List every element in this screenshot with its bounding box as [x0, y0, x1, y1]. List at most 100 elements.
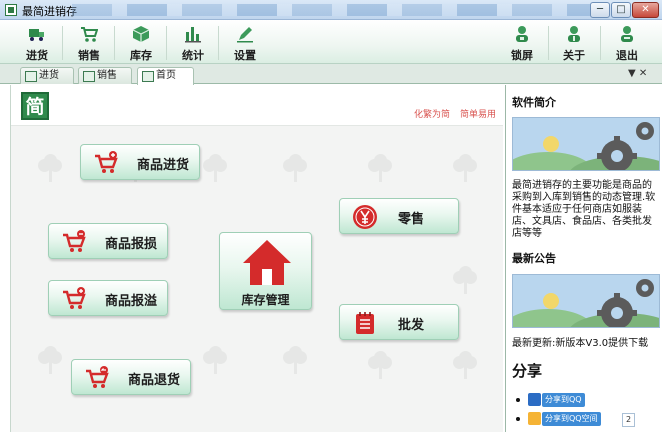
button-label: 商品报溢	[105, 294, 158, 309]
leaf-decoration	[36, 346, 66, 376]
button-label: 批发	[398, 318, 425, 333]
leaf-decoration	[451, 154, 481, 184]
toolbar-purchase-button[interactable]: 进货	[18, 22, 56, 62]
maximize-button[interactable]: □	[611, 2, 631, 18]
toolbar-settings-button[interactable]: 设置	[226, 22, 264, 62]
bar-chart-icon	[185, 27, 201, 43]
cart-icon	[81, 27, 98, 42]
leaf-decoration	[281, 154, 311, 184]
share-more-item[interactable]	[516, 427, 526, 432]
box-icon	[132, 26, 150, 42]
leaf-decoration	[36, 154, 66, 184]
leaf-decoration	[451, 351, 481, 381]
news-text[interactable]: 最新更新:新版本V3.0提供下载	[512, 338, 658, 350]
tab-strip: 进货 销售 首页 ▼ ✕	[0, 64, 662, 85]
star-icon	[528, 412, 541, 425]
toolbar-label: 锁屏	[511, 49, 533, 62]
button-label: 零售	[398, 212, 425, 227]
tab-label: 进货	[39, 70, 59, 81]
toolbar-label: 设置	[234, 49, 256, 62]
home-icon	[243, 240, 291, 285]
overflow-report-button[interactable]: 商品报溢	[48, 280, 168, 316]
toolbar-statistics-button[interactable]: 统计	[174, 22, 212, 62]
gear-icon	[597, 122, 654, 170]
wholesale-button[interactable]: 批发	[339, 304, 459, 340]
toolbar-label: 销售	[78, 49, 100, 62]
pencil-icon	[237, 27, 253, 43]
button-label: 商品退货	[128, 373, 181, 388]
leaf-decoration	[366, 351, 396, 381]
home-button-area: 商品进货 商品报损 商品报溢 商品退货 库存管理 零售 批发	[11, 125, 503, 432]
purchase-goods-button[interactable]: 商品进货	[80, 144, 200, 180]
toolbar-label: 退出	[616, 49, 638, 62]
intro-heading: 软件简介	[512, 96, 556, 109]
damage-report-button[interactable]: 商品报损	[48, 223, 168, 259]
user-info-icon	[568, 26, 580, 42]
return-goods-button[interactable]: 商品退货	[71, 359, 191, 395]
home-header: 简 化繁为简 简单易用	[11, 85, 503, 125]
toolbar-about-button[interactable]: 关于	[555, 22, 593, 62]
cart-add-icon	[95, 151, 118, 173]
tab-icon	[142, 71, 154, 82]
toolbar-label: 进货	[26, 49, 48, 62]
toolbar-label: 统计	[182, 49, 204, 62]
intro-text: 最简进销存的主要功能是商品的采购到入库到销售的动态管理.软件基本适应于任何商店如…	[512, 180, 656, 239]
toolbar-exit-button[interactable]: 退出	[608, 22, 646, 62]
toolbar-label: 关于	[563, 49, 585, 62]
intro-image	[512, 117, 660, 171]
toolbar-lock-button[interactable]: 锁屏	[503, 22, 541, 62]
cart-plus-icon	[63, 287, 86, 309]
leaf-decoration	[366, 154, 396, 184]
button-label: 商品进货	[137, 158, 190, 173]
toolbar-separator	[62, 26, 63, 60]
home-panel: 简 化繁为简 简单易用 商品进货 商品报损 商品报溢 商品退货 库存管理 零售 …	[10, 85, 503, 432]
toolbar-separator	[166, 26, 167, 60]
main-toolbar: 进货 销售 库存 统计 设置 锁屏 关于 退出	[0, 20, 662, 64]
inventory-management-button[interactable]: 库存管理	[219, 232, 312, 310]
share-label: 分享到QQ	[542, 393, 585, 407]
app-icon	[5, 4, 17, 16]
button-label: 库存管理	[241, 293, 290, 307]
share-qq-button[interactable]: 分享到QQ	[516, 393, 616, 407]
leaf-decoration	[201, 154, 231, 184]
bullet	[516, 398, 520, 402]
toolbar-inventory-button[interactable]: 库存	[122, 22, 160, 62]
yen-coin-icon	[353, 205, 377, 229]
toolbar-sales-button[interactable]: 销售	[70, 22, 108, 62]
retail-button[interactable]: 零售	[339, 198, 459, 234]
close-button[interactable]: ✕	[632, 2, 659, 18]
share-heading: 分享	[512, 362, 543, 380]
leaf-decoration	[201, 346, 231, 376]
toolbar-separator	[218, 26, 219, 60]
cart-return-icon	[86, 366, 109, 388]
bullet	[516, 417, 520, 421]
share-label: 分享到QQ空间	[542, 412, 601, 426]
leaf-decoration	[281, 346, 311, 376]
tab-home[interactable]: 首页	[137, 67, 194, 85]
slogan-link-2[interactable]: 简单易用	[460, 107, 496, 120]
toolbar-label: 库存	[130, 49, 152, 62]
tab-purchase[interactable]: 进货	[20, 67, 74, 84]
user-lock-icon	[516, 26, 528, 42]
truck-icon	[29, 29, 44, 41]
tab-icon	[83, 71, 95, 82]
cart-minus-icon	[63, 230, 86, 252]
share-qzone-button[interactable]: 分享到QQ空间	[516, 412, 621, 426]
qq-icon	[528, 393, 541, 406]
tab-label: 销售	[97, 70, 117, 81]
info-sidebar: 软件简介 最简进销存的主要功能是商品的采购到入库到销售的动态管理.软件基本适应于…	[505, 85, 662, 432]
news-image	[512, 274, 660, 328]
minimize-button[interactable]: ─	[590, 2, 610, 18]
blurred-background-strip	[72, 4, 592, 16]
gear-icon	[597, 279, 654, 327]
tab-label: 首页	[156, 70, 176, 81]
share-count-badge: 2	[622, 413, 635, 427]
tab-sales[interactable]: 销售	[78, 67, 132, 84]
notepad-icon	[356, 312, 374, 334]
app-logo: 简	[21, 92, 49, 120]
news-heading: 最新公告	[512, 252, 556, 265]
tab-controls[interactable]: ▼ ✕	[628, 68, 647, 79]
slogan-link-1[interactable]: 化繁为简	[414, 107, 450, 120]
leaf-decoration	[451, 266, 481, 296]
user-exit-icon	[621, 26, 633, 42]
